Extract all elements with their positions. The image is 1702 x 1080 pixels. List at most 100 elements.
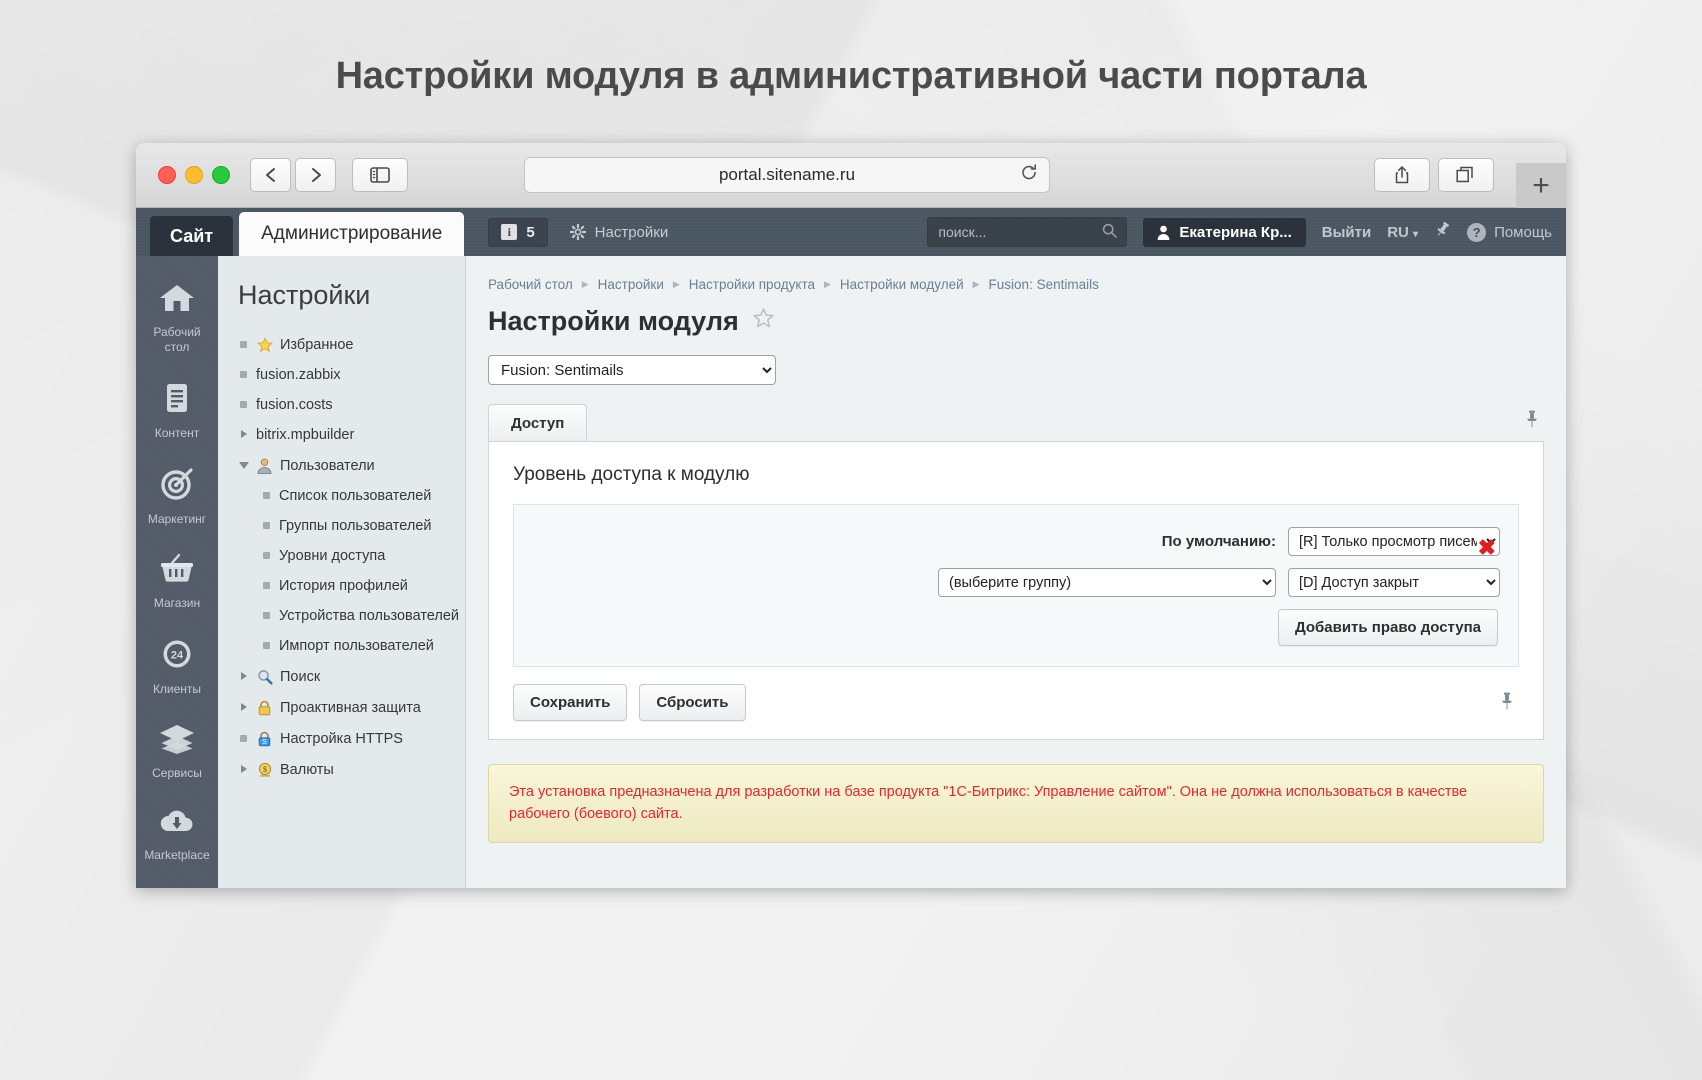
expand-caret-icon[interactable] xyxy=(238,765,249,775)
breadcrumb-item-product-settings[interactable]: Настройки продукта xyxy=(689,277,815,292)
tree-item-user-list[interactable]: Список пользователей xyxy=(218,481,465,511)
question-mark-icon: ? xyxy=(1467,223,1486,242)
topbar-right: поиск... Екатерина Кр... Выйти RU ▾ xyxy=(927,208,1552,256)
tree-item-user-groups[interactable]: Группы пользователей xyxy=(218,511,465,541)
new-tab-button[interactable]: + xyxy=(1516,163,1566,208)
browser-titlebar: portal.sitename.ru xyxy=(136,143,1566,208)
forward-button[interactable] xyxy=(295,158,336,192)
tree-marker xyxy=(261,551,272,561)
admin-body: Рабочий стол Контент Маркетинг Магаз xyxy=(136,256,1566,888)
pin-topbar-icon[interactable] xyxy=(1434,221,1451,243)
page-title-row: Настройки модуля xyxy=(488,306,1544,337)
form-actions: Сохранить Сбросить xyxy=(513,684,1519,721)
expand-caret-icon[interactable] xyxy=(238,672,249,682)
tree-item-proactive-protection[interactable]: Проактивная защита xyxy=(218,692,465,723)
tree-item-currencies[interactable]: $ Валюты xyxy=(218,754,465,785)
reload-icon[interactable] xyxy=(1020,164,1038,187)
tree-item-bitrix-mpbuilder[interactable]: bitrix.mpbuilder xyxy=(218,420,465,450)
notifications-badge[interactable]: i 5 xyxy=(488,218,547,247)
search-icon xyxy=(256,668,273,685)
share-button[interactable] xyxy=(1374,158,1430,192)
pin-icon xyxy=(1524,410,1540,428)
group-access-select[interactable]: [D] Доступ закрыт xyxy=(1288,568,1500,597)
share-icon xyxy=(1393,165,1411,185)
tree-item-favorites[interactable]: Избранное xyxy=(218,329,465,360)
tree-item-fusion-costs[interactable]: fusion.costs xyxy=(218,390,465,420)
close-window-button[interactable] xyxy=(158,166,176,184)
rail-item-marketing[interactable]: Маркетинг xyxy=(136,453,218,539)
add-permission-button[interactable]: Добавить право доступа xyxy=(1278,609,1498,646)
tree-item-profile-history[interactable]: История профилей xyxy=(218,571,465,601)
tree-item-user-import[interactable]: Импорт пользователей xyxy=(218,631,465,661)
window-controls xyxy=(158,166,230,184)
tree-label: Поиск xyxy=(280,669,320,685)
tree-label: Валюты xyxy=(280,762,334,778)
sidebar-toggle-button[interactable] xyxy=(352,158,408,192)
tree-label: Проактивная защита xyxy=(280,700,421,716)
tree-item-users[interactable]: Пользователи xyxy=(218,450,465,481)
tree-item-fusion-zabbix[interactable]: fusion.zabbix xyxy=(218,360,465,390)
reset-button[interactable]: Сбросить xyxy=(639,684,745,721)
topbar-settings-link[interactable]: Настройки xyxy=(570,224,669,241)
collapse-caret-icon[interactable] xyxy=(238,461,249,471)
rail-label-content: Контент xyxy=(155,426,199,440)
rail-item-content[interactable]: Контент xyxy=(136,367,218,453)
minimize-window-button[interactable] xyxy=(185,166,203,184)
tabs-overview-button[interactable] xyxy=(1438,158,1494,192)
favorite-star-icon[interactable] xyxy=(752,307,775,336)
default-permission-select[interactable]: [R] Только просмотр писем xyxy=(1288,527,1500,556)
notifications-count: 5 xyxy=(526,224,534,241)
pin-panel-icon[interactable] xyxy=(1524,410,1540,433)
address-bar[interactable]: portal.sitename.ru xyxy=(524,157,1050,193)
maximize-window-button[interactable] xyxy=(212,166,230,184)
breadcrumb-item-settings[interactable]: Настройки xyxy=(598,277,664,292)
tab-access[interactable]: Доступ xyxy=(488,404,587,441)
rail-item-marketplace[interactable]: Marketplace xyxy=(136,793,218,875)
admin-search-input[interactable]: поиск... xyxy=(927,217,1127,247)
tree-item-search[interactable]: Поиск xyxy=(218,661,465,692)
navigation-buttons xyxy=(250,158,336,192)
topbar-settings-label: Настройки xyxy=(595,224,669,241)
tree-label: Импорт пользователей xyxy=(279,638,434,654)
rail-item-clients[interactable]: 24 Клиенты xyxy=(136,623,218,709)
rail-label-marketplace: Marketplace xyxy=(144,848,209,862)
lock-icon xyxy=(256,699,273,716)
tree-marker xyxy=(238,734,249,744)
tab-administration[interactable]: Администрирование xyxy=(239,212,464,256)
chevron-down-icon: ▾ xyxy=(1413,229,1418,240)
logout-link[interactable]: Выйти xyxy=(1322,224,1371,241)
tree-item-https-setup[interactable]: S Настройка HTTPS xyxy=(218,723,465,754)
default-permission-label: По умолчанию: xyxy=(1162,533,1276,550)
tab-site[interactable]: Сайт xyxy=(150,216,233,256)
pin-icon xyxy=(1434,221,1451,238)
browser-actions xyxy=(1374,158,1494,192)
tree-label: Пользователи xyxy=(280,458,375,474)
tree-item-user-devices[interactable]: Устройства пользователей xyxy=(218,601,465,631)
breadcrumb-item-current[interactable]: Fusion: Sentimails xyxy=(989,277,1099,292)
language-switcher[interactable]: RU ▾ xyxy=(1387,224,1418,241)
module-select[interactable]: Fusion: Sentimails xyxy=(488,355,776,385)
rail-label-services: Сервисы xyxy=(152,766,202,780)
back-button[interactable] xyxy=(250,158,291,192)
breadcrumb-item-desktop[interactable]: Рабочий стол xyxy=(488,277,573,292)
delete-permission-button[interactable]: ✖ xyxy=(1478,537,1496,559)
breadcrumb-separator: ▶ xyxy=(673,279,680,290)
help-button[interactable]: ? Помощь xyxy=(1467,223,1552,242)
user-menu-button[interactable]: Екатерина Кр... xyxy=(1143,218,1305,247)
permissions-box: ✖ По умолчанию: [R] Только просмотр писе… xyxy=(513,504,1519,667)
expand-caret-icon[interactable] xyxy=(238,703,249,713)
expand-caret-icon[interactable] xyxy=(238,430,249,440)
rail-item-services[interactable]: Сервисы xyxy=(136,709,218,793)
rail-item-desktop[interactable]: Рабочий стол xyxy=(136,268,218,367)
save-button[interactable]: Сохранить xyxy=(513,684,627,721)
group-select[interactable]: (выберите группу) xyxy=(938,568,1276,597)
layers-icon xyxy=(138,723,216,759)
access-panel: Уровень доступа к модулю ✖ По умолчанию:… xyxy=(488,441,1544,740)
breadcrumb-item-module-settings[interactable]: Настройки модулей xyxy=(840,277,964,292)
chevron-right-icon xyxy=(309,166,323,184)
tree-item-access-levels[interactable]: Уровни доступа xyxy=(218,541,465,571)
page-headline: Настройки модуля в административной част… xyxy=(0,55,1702,98)
pin-footer-icon[interactable] xyxy=(1499,692,1515,715)
cloud-download-icon xyxy=(138,807,216,841)
rail-item-shop[interactable]: Магазин xyxy=(136,539,218,623)
